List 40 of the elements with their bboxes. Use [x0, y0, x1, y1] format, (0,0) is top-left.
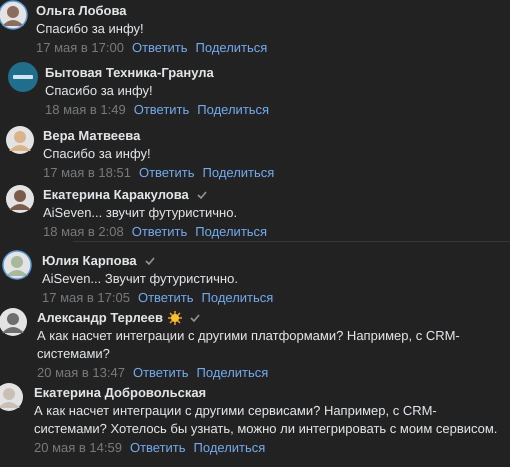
author-name[interactable]: Юлия Карпова: [42, 250, 137, 270]
comment-text: А как насчет интеграции с другими сервисами? Например, с CRM-системами? Хотелось бы узнать, можно ли интегрировать с моим сервисом.: [34, 402, 498, 438]
comment-text: Спасибо за инфу!: [36, 20, 145, 38]
reply-link[interactable]: Ответить: [132, 362, 189, 382]
share-link[interactable]: Поделиться: [195, 222, 268, 242]
author-name[interactable]: Александр Терлеев: [37, 308, 163, 328]
comment-date: 17 мая в 18:51: [43, 164, 131, 182]
share-link[interactable]: Поделиться: [202, 288, 274, 308]
comment-date: 20 мая в 14:59: [34, 438, 122, 457]
avatar: [5, 184, 35, 214]
author-name[interactable]: Екатерина Каракулова: [43, 184, 189, 204]
comment-date: 17 мая в 17:00: [36, 38, 124, 57]
comment-date: 18 мая в 2:08: [43, 222, 124, 241]
author-name[interactable]: Бытовая Техника-Гранула: [45, 62, 214, 82]
reply-link[interactable]: Ответить: [130, 438, 186, 458]
reply-link[interactable]: Ответить: [132, 38, 188, 58]
reply-link[interactable]: Ответить: [132, 222, 188, 242]
comment-text: А как насчет интеграции с другими платформами? Например, с CRM-системами?: [37, 327, 461, 363]
comment-date: 18 мая в 1:49: [45, 100, 126, 119]
share-link[interactable]: Поделиться: [196, 362, 268, 382]
reply-link[interactable]: Ответить: [138, 288, 194, 308]
comment-text: Спасибо за инфу!: [45, 82, 154, 100]
share-link[interactable]: Поделиться: [202, 162, 274, 182]
avatar: [0, 382, 24, 412]
avatar: [8, 62, 38, 92]
avatar: [0, 307, 28, 337]
author-name[interactable]: Вера Матвеева: [43, 126, 140, 146]
author-name[interactable]: Екатерина Добровольская: [34, 382, 206, 402]
share-link[interactable]: Поделиться: [194, 438, 266, 458]
comment-text: AiSeven... звучит футуристично.: [43, 204, 238, 222]
author-name[interactable]: Ольга Лобова: [36, 0, 127, 20]
reply-link[interactable]: Ответить: [134, 100, 190, 120]
comment-text: AiSeven... Звучит футуристично.: [42, 270, 239, 288]
comment-text: Спасибо за инфу!: [43, 145, 152, 163]
comment-date: 20 мая в 13:47: [37, 364, 125, 382]
comment-date: 17 мая в 17:05: [42, 288, 130, 307]
share-link[interactable]: Поделиться: [197, 100, 270, 120]
share-link[interactable]: Поделиться: [196, 38, 268, 58]
reply-link[interactable]: Ответить: [138, 162, 195, 182]
avatar: [5, 125, 35, 155]
